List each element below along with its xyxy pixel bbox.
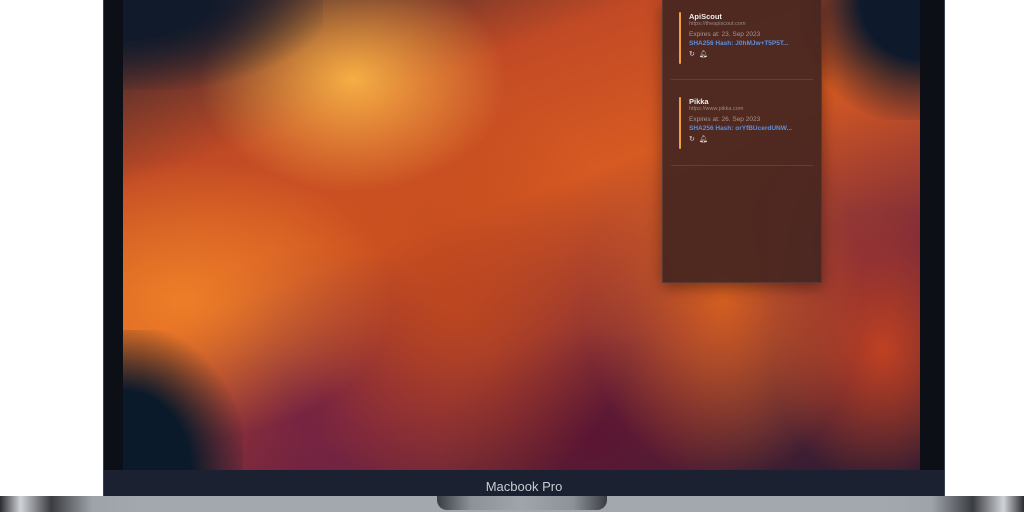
bell-icon[interactable]: 🔔︎ [699, 136, 708, 144]
expiry-date: Expires at: 23. Sep 2023 [689, 31, 761, 38]
wallpaper-shade [123, 330, 243, 470]
laptop-chin: Macbook Pro [104, 470, 944, 496]
device-label: Macbook Pro [485, 479, 563, 494]
refresh-icon[interactable]: ↻ [689, 136, 695, 144]
hash-link[interactable]: SHA256 Hash: orYfBUcerdUNW... [689, 124, 792, 133]
hash-link[interactable]: SHA256 Hash: J0hMJw+T5P5T... [689, 39, 789, 48]
laptop-notch [437, 496, 607, 510]
divider [671, 165, 813, 166]
expiry-date: Expires at: 26. Sep 2023 [689, 116, 761, 123]
certificate-panel: ApiScout https://theapiscout.com Expires… [662, 0, 822, 283]
accent-bar [679, 12, 681, 64]
site-name: Pikka [689, 97, 709, 106]
site-name: ApiScout [689, 12, 722, 21]
desktop-wallpaper: ApiScout https://theapiscout.com Expires… [123, 0, 920, 470]
divider [671, 79, 813, 80]
wallpaper-shade [123, 0, 323, 90]
refresh-icon[interactable]: ↻ [689, 51, 695, 59]
accent-bar [679, 97, 681, 149]
site-url[interactable]: https://www.pikka.com [689, 106, 792, 113]
bell-icon[interactable]: 🔔︎ [699, 51, 708, 59]
site-url[interactable]: https://theapiscout.com [689, 21, 789, 28]
